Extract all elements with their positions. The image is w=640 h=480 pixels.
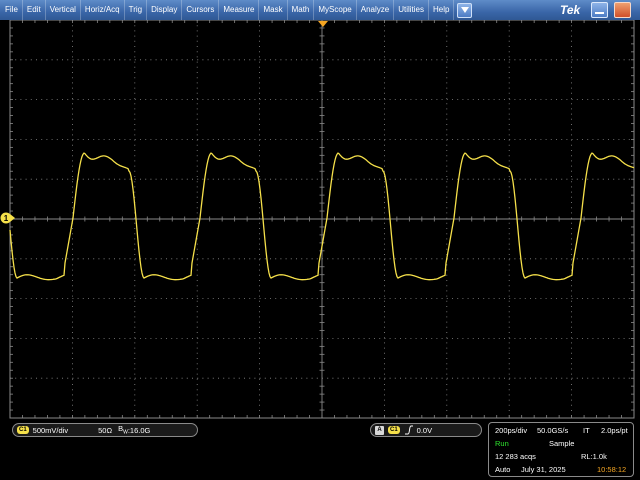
menu-horiz-acq[interactable]: Horiz/Acq: [81, 0, 125, 20]
grid: [9, 20, 635, 419]
rising-edge-icon: [404, 425, 413, 435]
timebase: 200ps/div: [495, 426, 528, 435]
menu-cursors[interactable]: Cursors: [182, 0, 220, 20]
menu-myscope[interactable]: MyScope: [314, 0, 357, 20]
trigger-readout[interactable]: A C1 0.0V: [370, 423, 482, 437]
chevron-down-icon: [460, 7, 469, 13]
resolution: 2.0ps/pt: [601, 426, 628, 435]
menu-measure[interactable]: Measure: [219, 0, 260, 20]
menu-analyze[interactable]: Analyze: [357, 0, 395, 20]
waveform-display[interactable]: 1: [0, 20, 640, 420]
menu-display[interactable]: Display: [147, 0, 183, 20]
minimize-button[interactable]: [591, 2, 608, 18]
trigger-channel-badge: C1: [388, 426, 400, 434]
acq-mode-flag: IT: [583, 426, 590, 435]
acquisition-readout[interactable]: 200ps/div 50.0GS/s IT 2.0ps/pt Run Sampl…: [488, 422, 634, 477]
menu-trig[interactable]: Trig: [125, 0, 148, 20]
channel1-ground-marker[interactable]: 1: [0, 212, 16, 224]
run-state: Run: [495, 439, 509, 448]
menu-math[interactable]: Math: [288, 0, 315, 20]
channel1-marker-label: 1: [4, 214, 9, 223]
trigger-position-marker[interactable]: [318, 21, 328, 27]
menu-dropdown-button[interactable]: [457, 2, 473, 18]
menu-help[interactable]: Help: [429, 0, 455, 20]
channel1-bandwidth: :16.0G: [127, 425, 151, 435]
sample-rate: 50.0GS/s: [537, 426, 569, 435]
graticule: 1: [0, 20, 635, 419]
channel1-scale: 500mV/div: [32, 425, 69, 435]
acq-date: July 31, 2025: [521, 465, 566, 474]
acquisition-count: 12 283 acqs: [495, 452, 536, 461]
brand-logo: Tek: [560, 3, 581, 17]
menu-mask[interactable]: Mask: [259, 0, 288, 20]
close-button[interactable]: [614, 2, 631, 18]
record-length: RL:1.0k: [581, 452, 607, 461]
menu-file[interactable]: File: [0, 0, 23, 20]
channel1-badge: C1: [17, 426, 29, 434]
acquisition-mode: Sample: [549, 439, 575, 448]
channel1-readout[interactable]: C1 500mV/div 50Ω BW :16.0G: [12, 423, 198, 437]
channel1-impedance: 50Ω: [98, 425, 113, 435]
menu-bar: File Edit Vertical Horiz/Acq Trig Displa…: [0, 0, 640, 20]
channel1-bandwidth-label: BW: [118, 424, 128, 436]
menu-vertical[interactable]: Vertical: [46, 0, 81, 20]
acq-time: 10:58:12: [597, 465, 627, 474]
menu-edit[interactable]: Edit: [23, 0, 46, 20]
trigger-source-badge: A: [375, 425, 384, 435]
menu-utilities[interactable]: Utilities: [394, 0, 429, 20]
trigger-level: 0.0V: [416, 425, 433, 435]
trigger-mode: Auto: [495, 465, 511, 474]
